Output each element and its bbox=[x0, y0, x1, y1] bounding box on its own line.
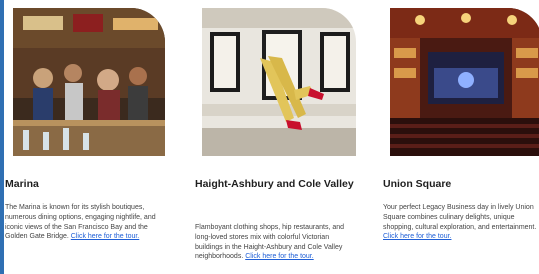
card-description-text: Your perfect Legacy Business day in live… bbox=[383, 204, 537, 231]
card-title: Union Square bbox=[383, 178, 452, 190]
card-description: Your perfect Legacy Business day in live… bbox=[383, 203, 539, 242]
page-edge-accent bbox=[0, 0, 4, 274]
card-description: Flamboyant clothing shops, hip restauran… bbox=[195, 223, 353, 262]
card-description: The Marina is known for its stylish bout… bbox=[5, 203, 163, 242]
card-title: Haight-Ashbury and Cole Valley bbox=[195, 178, 354, 190]
tour-link[interactable]: Click here for the tour. bbox=[71, 233, 139, 240]
marina-photo[interactable] bbox=[13, 8, 165, 156]
haight-ashbury-photo[interactable] bbox=[202, 8, 356, 156]
union-square-photo[interactable] bbox=[390, 8, 539, 156]
card-title: Marina bbox=[5, 178, 39, 190]
tour-link[interactable]: Click here for the tour. bbox=[245, 253, 313, 260]
tour-link[interactable]: Click here for the tour. bbox=[383, 233, 451, 240]
